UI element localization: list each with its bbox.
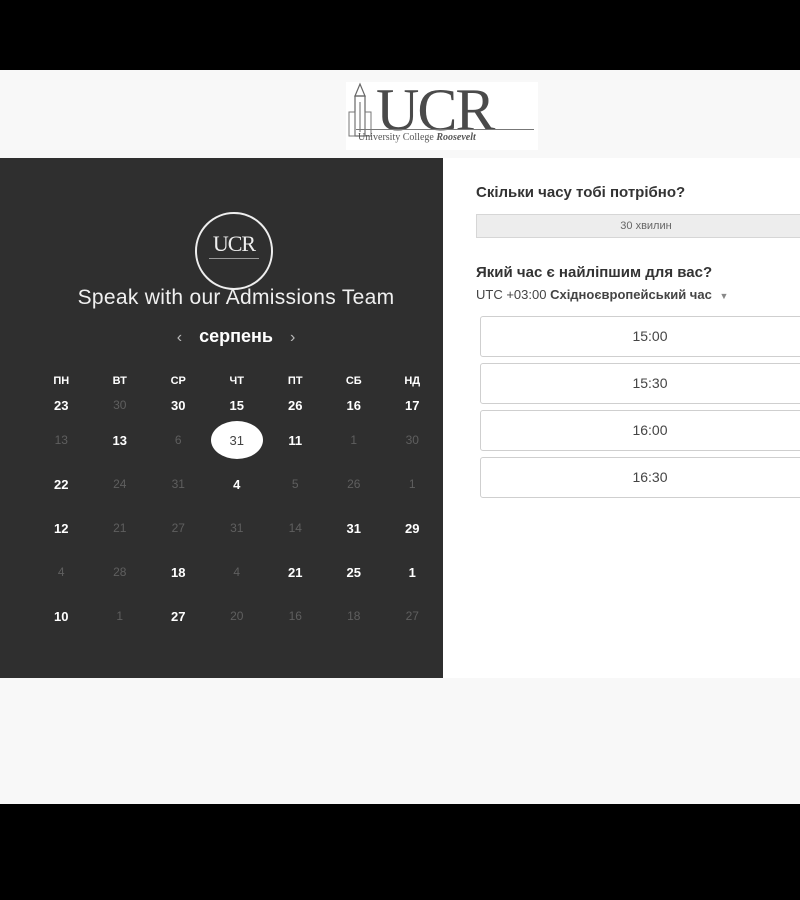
time-slot-button[interactable]: 16:00 [480,410,800,451]
scheduler-page: UCR University College Roosevelt UCR Spe… [0,70,800,804]
calendar-day-disabled: 27 [405,609,419,623]
calendar-day-disabled: 14 [288,521,302,535]
calendar-day[interactable]: 23 [32,392,91,418]
panel-title: Speak with our Admissions Team [77,286,395,309]
calendar-day[interactable]: 21 [266,550,325,594]
calendar-day-disabled: 20 [230,609,244,623]
weekday-label: СР [170,375,186,387]
chevron-left-icon[interactable]: ‹ [165,329,194,347]
calendar-day-disabled: 18 [347,609,361,623]
calendar-day[interactable]: 15 [208,392,267,418]
calendar-day-disabled: 31 [230,521,244,535]
footer-area [0,678,800,804]
calendar-day-disabled: 26 [347,477,361,491]
time-slot-button[interactable]: 15:00 [480,316,800,357]
calendar-day-disabled: 4 [233,565,241,579]
time-panel: Скільки часу тобі потрібно? 30 хвилин Як… [443,158,800,678]
calendar-day-disabled: 24 [113,477,127,491]
calendar-day[interactable]: 12 [32,506,91,550]
calendar-grid: ПН ВТ СР ЧТ ПТ СБ НД 23 30 30 15 26 16 17 13 13 6 31 11 1 3… [32,370,442,638]
calendar-day[interactable]: 1 [383,550,442,594]
calendar-day[interactable]: 31 [325,506,384,550]
logo-subtitle-first: University College [358,132,434,143]
calendar-weeks: 23 30 30 15 26 16 17 13 13 6 31 11 1 30 22 24 31 4 5 26 1 12 2… [32,392,442,638]
calendar-day[interactable]: 18 [149,550,208,594]
caret-down-icon: ▼ [719,291,729,301]
calendar-day-disabled: 13 [54,433,68,447]
calendar-day-disabled: 30 [405,433,419,447]
calendar-day[interactable]: 16 [325,392,384,418]
time-slot-button[interactable]: 15:30 [480,363,800,404]
logo-subtitle-last: Roosevelt [436,132,476,143]
calendar-day-disabled: 28 [113,565,127,579]
calendar-day-disabled: 1 [408,477,416,491]
calendar-day-disabled: 6 [174,433,182,447]
weekday-label: ПН [53,375,70,387]
calendar-day[interactable]: 26 [266,392,325,418]
month-label: серпень [199,326,273,346]
chevron-right-icon[interactable]: › [278,329,307,347]
weekday-label: ВТ [112,375,127,387]
calendar-day-disabled: 1 [350,433,358,447]
timezone-name: Східноєвропейський час [550,287,712,302]
calendar-day-selected[interactable]: 31 [208,418,267,462]
calendar-day-disabled: 4 [57,565,65,579]
calendar-day-disabled: 27 [171,521,185,535]
calendar-day[interactable]: 17 [383,392,442,418]
calendar-week-row: 12 21 27 31 14 31 29 [32,506,442,550]
calendar-week-row: 23 30 30 15 26 16 17 [32,392,442,418]
time-slot-button[interactable]: 16:30 [480,457,800,498]
calendar-week-row: 13 13 6 31 11 1 30 [32,418,442,462]
badge-rule [209,258,259,259]
time-question: Який час є найліпшим для вас? [476,264,713,281]
calendar-day[interactable]: 30 [149,392,208,418]
ucr-logo: UCR University College Roosevelt [346,77,538,150]
calendar-week-row: 22 24 31 4 5 26 1 [32,462,442,506]
logo-subtitle: University College Roosevelt [358,132,536,143]
calendar-week-row: 10 1 27 20 16 18 27 [32,594,442,638]
weekday-header: ПН ВТ СР ЧТ ПТ СБ НД [32,370,442,392]
calendar-day-disabled: 21 [113,521,127,535]
weekday-label: ЧТ [229,375,244,387]
calendar-day-disabled: 16 [288,609,302,623]
calendar-day[interactable]: 29 [383,506,442,550]
calendar-day-disabled: 30 [113,398,127,412]
timezone-selector[interactable]: UTC +03:00 Східноєвропейський час ▼ [476,287,728,302]
logo-letters: UCR [376,77,495,143]
month-navigation: ‹ серпень › [0,326,472,347]
calendar-day[interactable]: 11 [266,418,325,462]
calendar-day[interactable]: 4 [208,462,267,506]
calendar-week-row: 4 28 18 4 21 25 1 [32,550,442,594]
time-slot-list: 15:00 15:30 16:00 16:30 [480,316,800,504]
badge-letters: UCR [212,231,256,256]
calendar-day-disabled: 31 [171,477,185,491]
duration-question: Скільки часу тобі потрібно? [476,184,686,201]
calendar-day-disabled: 1 [116,609,124,623]
duration-option-button[interactable]: 30 хвилин [476,214,800,238]
calendar-day[interactable]: 27 [149,594,208,638]
timezone-offset: UTC +03:00 [476,287,547,302]
weekday-label: НД [404,375,421,387]
logo-rule [356,129,534,130]
selected-day-number: 31 [210,421,263,459]
calendar-day[interactable]: 13 [91,418,150,462]
calendar-panel: UCR Speak with our Admissions Team ‹ сер… [0,158,443,678]
header: UCR University College Roosevelt [0,70,800,158]
calendar-day[interactable]: 22 [32,462,91,506]
weekday-label: СБ [345,375,362,387]
calendar-day[interactable]: 25 [325,550,384,594]
calendar-day[interactable]: 10 [32,594,91,638]
ucr-badge-logo: UCR [195,212,273,290]
weekday-label: ПТ [287,375,303,387]
calendar-day-disabled: 5 [291,477,299,491]
